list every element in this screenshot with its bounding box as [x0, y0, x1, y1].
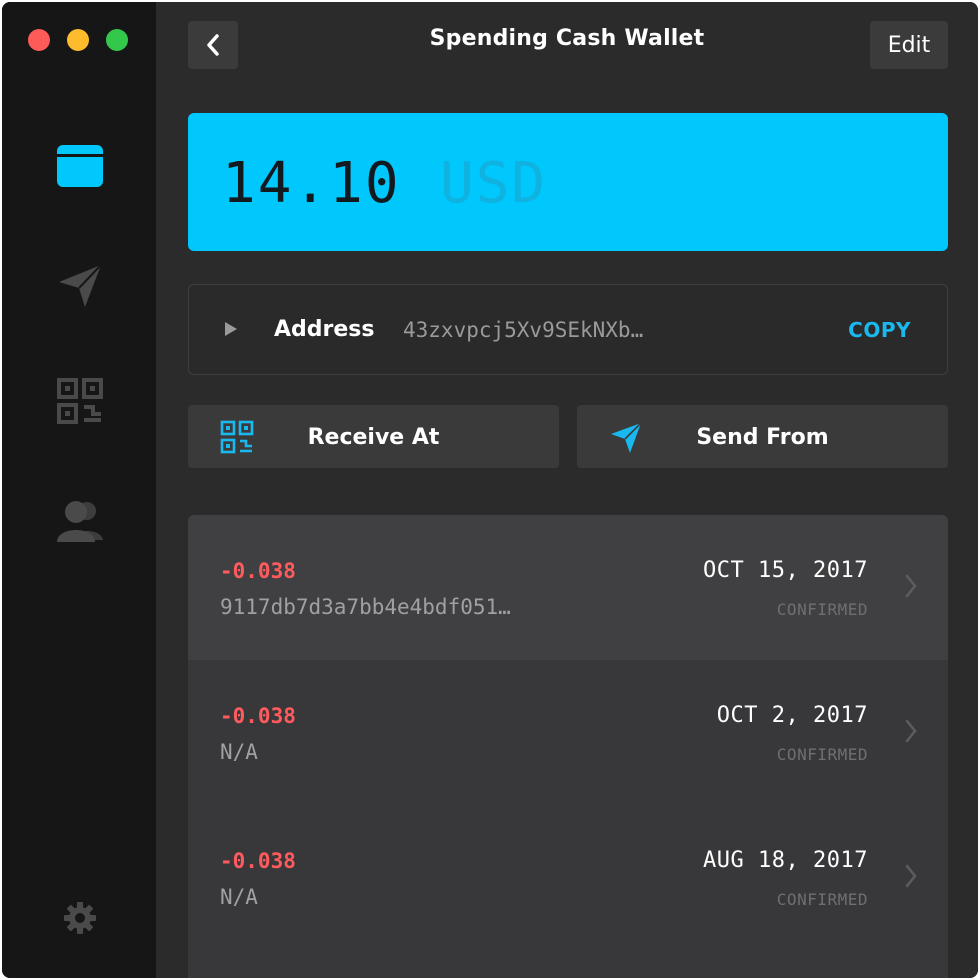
chevron-right-icon [905, 864, 917, 888]
zoom-window-button[interactable] [106, 29, 128, 51]
qr-code-icon[interactable] [53, 374, 107, 428]
transaction-date: OCT 15, 2017 [703, 558, 868, 583]
receive-at-button[interactable]: Receive At [188, 405, 559, 468]
send-icon[interactable] [53, 258, 107, 312]
send-from-label: Send From [696, 425, 829, 450]
transaction-hash: 9117db7d3a7bb4e4bdf051… [220, 595, 511, 619]
transaction-amount: -0.038 [220, 704, 296, 728]
transaction-date: AUG 18, 2017 [703, 848, 868, 873]
transaction-status: CONFIRMED [776, 600, 868, 619]
transaction-status: CONFIRMED [776, 890, 868, 909]
close-window-button[interactable] [28, 29, 50, 51]
balance-amount: 14.10 [222, 151, 401, 216]
receive-at-label: Receive At [307, 425, 440, 450]
transaction-list: -0.038 9117db7d3a7bb4e4bdf051… OCT 15, 2… [188, 515, 948, 978]
minimize-window-button[interactable] [67, 29, 89, 51]
sidebar [2, 2, 156, 978]
transaction-row[interactable]: -0.038 N/A AUG 18, 2017 CONFIRMED [188, 805, 948, 950]
chevron-right-icon [905, 574, 917, 598]
main-panel: Spending Cash Wallet Edit 14.10 USD Addr… [156, 2, 978, 978]
transaction-row[interactable]: -0.038 9117db7d3a7bb4e4bdf051… OCT 15, 2… [188, 515, 948, 660]
address-label: Address [274, 317, 375, 342]
balance-card: 14.10 USD [188, 113, 948, 251]
transaction-amount: -0.038 [220, 559, 296, 583]
transaction-status: CONFIRMED [776, 745, 868, 764]
wallet-icon[interactable] [53, 138, 107, 192]
address-panel: Address 43zxvpcj5Xv9SEkNXb… COPY [188, 284, 948, 375]
transaction-row[interactable]: -0.038 N/A OCT 2, 2017 CONFIRMED [188, 660, 948, 805]
gear-icon[interactable] [58, 896, 102, 940]
disclosure-triangle-icon[interactable] [224, 321, 238, 341]
copy-address-button[interactable]: COPY [848, 318, 911, 342]
contacts-icon[interactable] [53, 494, 107, 548]
balance-unit: USD [440, 151, 548, 216]
transaction-hash: N/A [220, 885, 258, 909]
back-button[interactable] [188, 21, 238, 69]
edit-button[interactable]: Edit [870, 21, 948, 69]
chevron-right-icon [905, 719, 917, 743]
send-from-button[interactable]: Send From [577, 405, 948, 468]
address-value: 43zxvpcj5Xv9SEkNXb… [403, 318, 644, 342]
transaction-amount: -0.038 [220, 849, 296, 873]
transaction-date: OCT 2, 2017 [716, 703, 868, 728]
transaction-hash: N/A [220, 740, 258, 764]
page-title: Spending Cash Wallet [429, 26, 705, 51]
chevron-left-icon [207, 34, 219, 56]
app-window: Spending Cash Wallet Edit 14.10 USD Addr… [2, 2, 978, 978]
